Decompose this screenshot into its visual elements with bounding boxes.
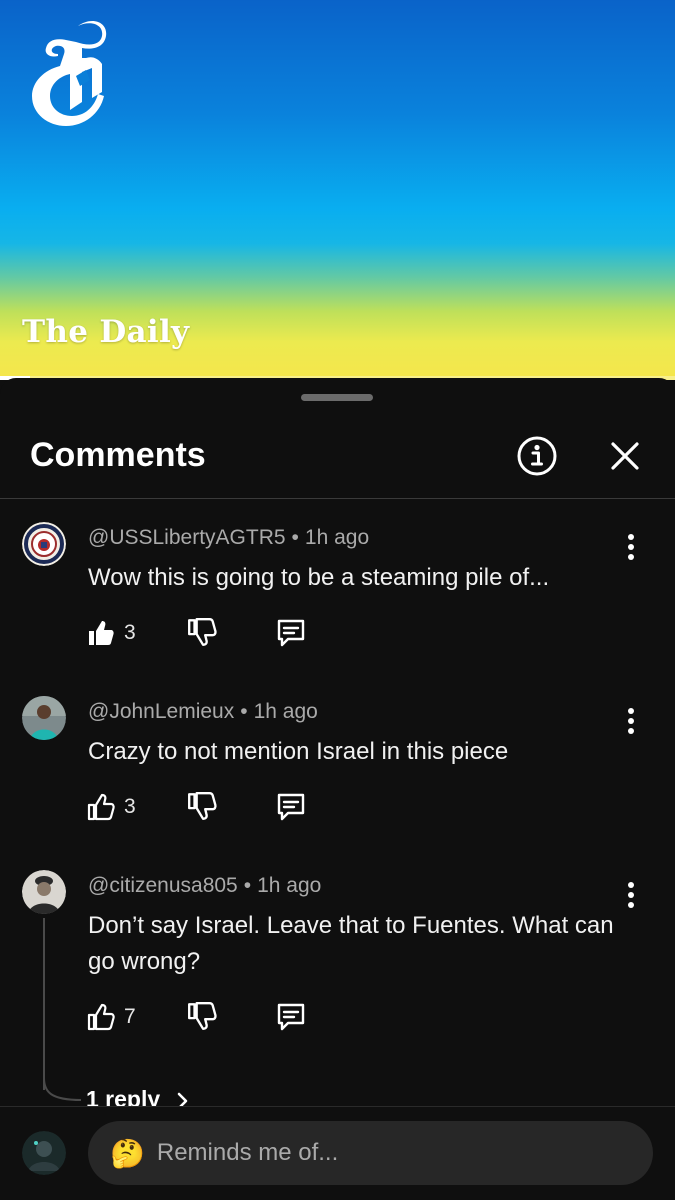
comment-time: 1h ago	[304, 526, 370, 549]
more-options-button[interactable]	[616, 706, 646, 736]
thumbs-up-icon	[87, 793, 115, 821]
like-button[interactable]: 3	[86, 616, 136, 650]
more-vertical-icon	[628, 882, 634, 908]
like-count: 3	[124, 621, 136, 644]
avatar[interactable]	[22, 870, 66, 914]
comment-actions: 3	[86, 616, 326, 650]
comment-reply-icon	[277, 619, 305, 647]
dislike-button[interactable]	[186, 790, 218, 827]
close-icon	[611, 442, 639, 470]
comment-input[interactable]: 🤔 Reminds me of...	[88, 1121, 653, 1185]
show-title: The Daily	[22, 314, 190, 350]
like-button[interactable]: 3	[86, 790, 136, 824]
more-options-button[interactable]	[616, 532, 646, 562]
comment-text: Crazy to not mention Israel in this piec…	[88, 738, 509, 765]
avatar[interactable]	[22, 522, 66, 566]
meta-separator: •	[291, 526, 299, 549]
more-vertical-icon	[628, 708, 634, 734]
like-button[interactable]: 7	[86, 1000, 136, 1034]
thumbs-down-icon	[188, 792, 217, 820]
meta-separator: •	[243, 874, 252, 897]
header-divider	[0, 498, 675, 499]
reply-button[interactable]	[274, 790, 308, 829]
comments-sheet: Comments @USSLibertyAGTR5 • 1h ago Wow thi	[0, 378, 675, 1200]
thread-line	[43, 918, 45, 1090]
like-count: 7	[124, 1005, 136, 1028]
comment-author[interactable]: @citizenusa805	[88, 874, 238, 897]
thumbs-up-icon	[87, 1003, 115, 1031]
comment-time: 1h ago	[257, 874, 322, 897]
meta-separator: •	[240, 700, 248, 723]
thumbs-up-filled-icon	[89, 621, 114, 645]
avatar[interactable]	[22, 696, 66, 740]
comment-actions: 3	[86, 790, 326, 824]
comment-text: Don’t say Israel. Leave that to Fuentes.…	[88, 912, 614, 975]
comment-time: 1h ago	[253, 700, 318, 723]
comment-composer: 🤔 Reminds me of...	[0, 1106, 675, 1200]
user-avatar[interactable]	[22, 1131, 66, 1175]
user-avatar-icon	[22, 1131, 66, 1175]
comment-meta: @citizenusa805 • 1h ago	[88, 874, 321, 898]
comment-text: Wow this is going to be a steaming pile …	[88, 564, 550, 591]
comment-author[interactable]: @JohnLemieux	[88, 700, 234, 723]
reply-button[interactable]	[274, 1000, 308, 1039]
more-options-button[interactable]	[616, 880, 646, 910]
info-button[interactable]	[515, 434, 559, 478]
like-count: 3	[124, 795, 136, 818]
comment-input-placeholder: Reminds me of...	[156, 1139, 339, 1166]
reply-button[interactable]	[274, 616, 308, 655]
seal-avatar-icon	[22, 522, 66, 566]
more-vertical-icon	[628, 534, 634, 560]
thinking-face-emoji: 🤔	[110, 1137, 145, 1169]
nyt-logo-icon	[32, 21, 107, 126]
portrait-avatar-icon	[22, 870, 66, 914]
comments-title: Comments	[30, 436, 206, 474]
thumbs-down-icon	[188, 1002, 217, 1030]
person-photo-avatar-icon	[22, 696, 66, 740]
comment-meta: @JohnLemieux • 1h ago	[88, 700, 318, 724]
comment-author[interactable]: @USSLibertyAGTR5	[88, 526, 286, 549]
comment-reply-icon	[277, 793, 305, 821]
comment-reply-icon	[277, 1003, 305, 1031]
thumbs-down-icon	[188, 618, 217, 646]
video-player[interactable]: The Daily	[0, 0, 675, 380]
comment-meta: @USSLibertyAGTR5 • 1h ago	[88, 526, 369, 550]
drag-handle[interactable]	[301, 394, 373, 401]
dislike-button[interactable]	[186, 1000, 218, 1037]
close-button[interactable]	[603, 434, 647, 478]
info-circle-icon	[517, 436, 557, 476]
dislike-button[interactable]	[186, 616, 218, 653]
thread-curve	[43, 1078, 82, 1101]
comment-actions: 7	[86, 1000, 326, 1034]
